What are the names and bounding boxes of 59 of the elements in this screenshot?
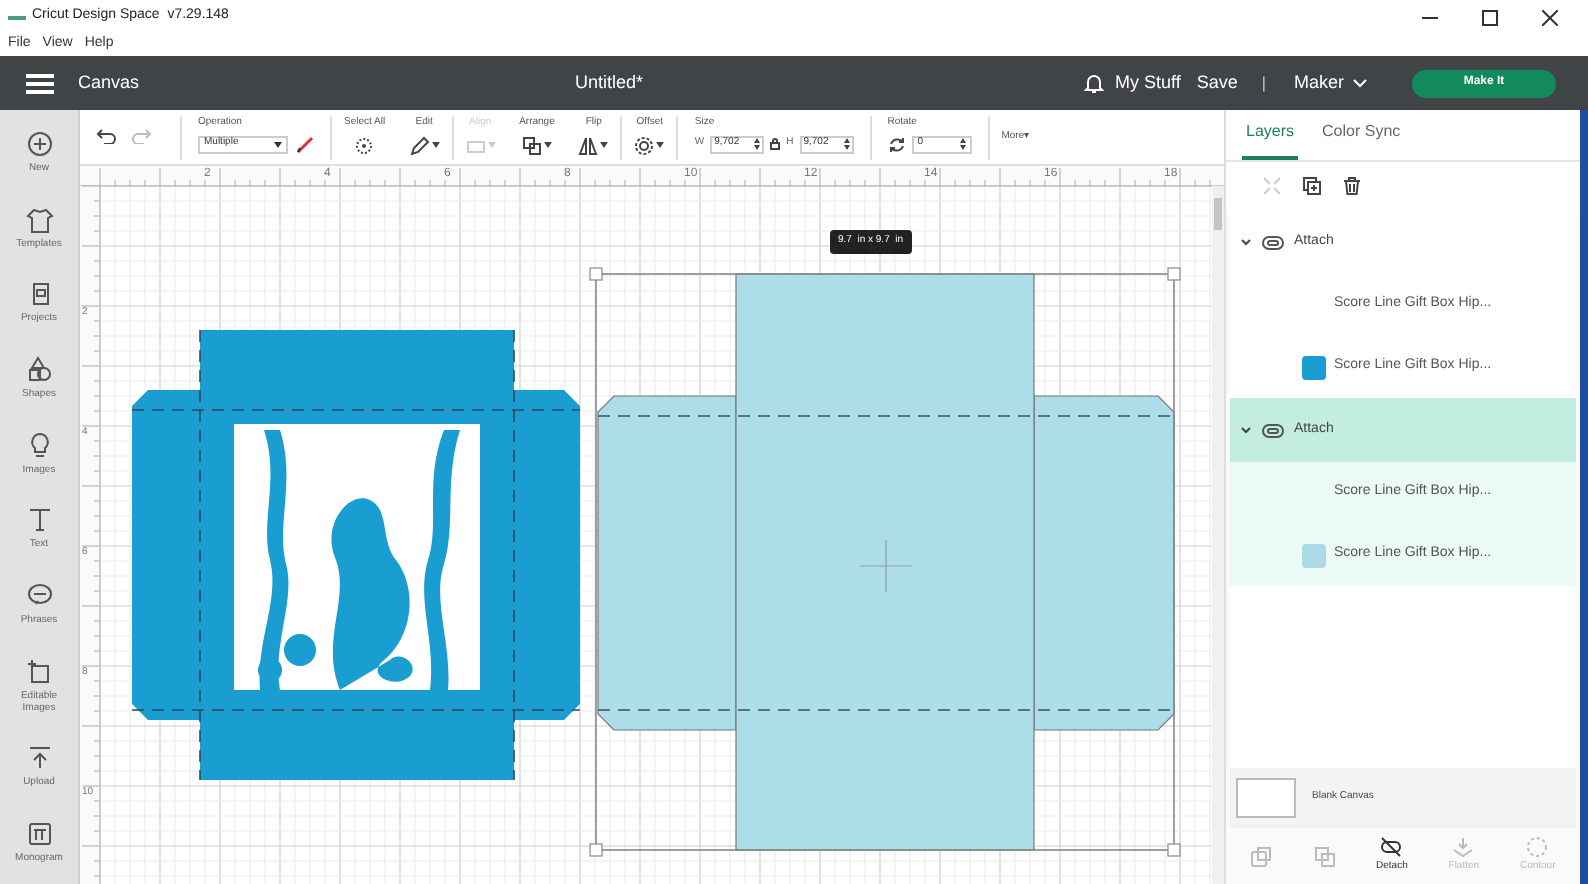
tool-button[interactable] bbox=[354, 135, 375, 155]
paperclip-icon bbox=[1262, 423, 1284, 437]
app-icon bbox=[8, 13, 26, 21]
plus-circle-icon bbox=[25, 129, 53, 158]
tool-button[interactable] bbox=[409, 135, 440, 155]
stepper-icon bbox=[843, 138, 850, 150]
close-icon[interactable] bbox=[1542, 9, 1558, 25]
page-title: Canvas bbox=[78, 69, 140, 96]
tool-button[interactable] bbox=[521, 135, 552, 155]
header-link[interactable]: Save bbox=[1196, 69, 1238, 97]
maximize-icon[interactable] bbox=[1482, 9, 1498, 25]
pen-icon[interactable] bbox=[296, 135, 314, 153]
machine-dropdown[interactable]: Maker bbox=[1293, 69, 1368, 97]
panel-tab[interactable]: Color Sync bbox=[1318, 120, 1405, 160]
speech-bubble-icon bbox=[25, 581, 53, 610]
panel-tab[interactable]: Layers bbox=[1242, 120, 1299, 160]
flatten-icon bbox=[1452, 836, 1475, 859]
shirt-icon bbox=[25, 205, 53, 234]
flip-icon bbox=[578, 135, 599, 155]
duplicate-icon[interactable] bbox=[1302, 176, 1322, 196]
caret-icon bbox=[274, 141, 282, 147]
crosshair-icon bbox=[859, 539, 913, 593]
undo-icon[interactable] bbox=[96, 128, 116, 144]
stepper-icon bbox=[754, 138, 761, 150]
text-icon bbox=[25, 506, 53, 535]
tool-button[interactable] bbox=[578, 135, 609, 155]
align-icon bbox=[465, 135, 486, 155]
lock-icon[interactable] bbox=[770, 138, 781, 150]
caret-icon bbox=[431, 142, 440, 148]
blank-canvas-swatch[interactable] bbox=[1236, 778, 1296, 818]
chevron-down-icon bbox=[1352, 78, 1368, 88]
menu-icon[interactable] bbox=[26, 73, 54, 93]
document-title: Untitled* bbox=[575, 69, 644, 96]
bell-icon[interactable] bbox=[1083, 72, 1104, 94]
header-link[interactable]: My Stuff bbox=[1115, 69, 1181, 97]
monogram-icon bbox=[25, 820, 53, 849]
dotted-circle-icon bbox=[354, 135, 375, 155]
chevron-down-icon bbox=[1240, 236, 1252, 248]
tool-button[interactable] bbox=[634, 135, 665, 155]
caret-icon bbox=[600, 142, 609, 148]
edit-image-icon bbox=[25, 657, 53, 686]
pencil-icon bbox=[409, 135, 430, 155]
lightbulb-icon bbox=[25, 431, 53, 460]
caret-icon bbox=[487, 142, 496, 148]
contour-icon bbox=[1526, 836, 1549, 859]
upload-icon bbox=[25, 744, 53, 773]
trash-icon[interactable] bbox=[1342, 176, 1362, 196]
detach-icon bbox=[1380, 836, 1403, 859]
rotate-icon bbox=[887, 135, 906, 153]
offset-icon bbox=[634, 135, 655, 155]
chevron-down-icon bbox=[1240, 424, 1252, 436]
stepper-icon bbox=[959, 138, 966, 150]
caret-icon bbox=[656, 142, 665, 148]
shapes-icon bbox=[25, 355, 53, 384]
separator: | bbox=[1261, 71, 1266, 95]
arrange-icon bbox=[521, 135, 542, 155]
caret-icon bbox=[543, 142, 552, 148]
scrollbar[interactable] bbox=[1212, 186, 1224, 884]
paperclip-icon bbox=[1262, 235, 1284, 249]
